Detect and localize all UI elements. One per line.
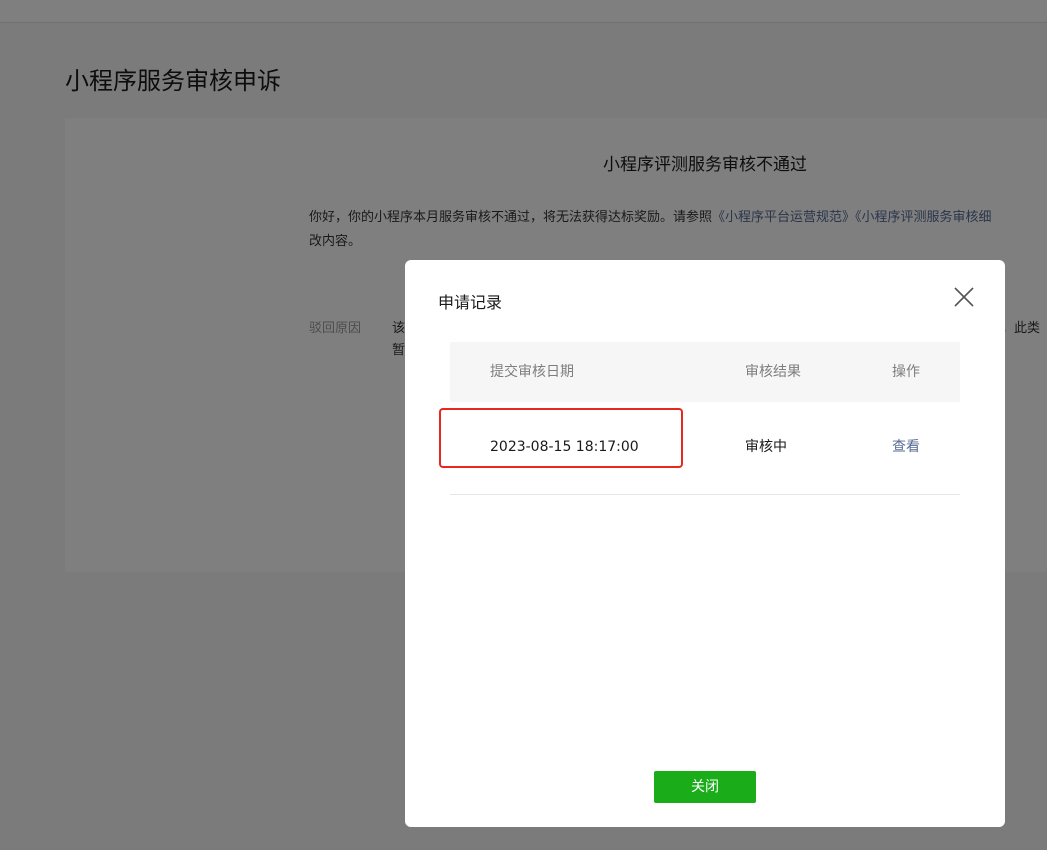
close-button[interactable]: 关闭 [654,771,756,803]
table-row: 2023-08-15 18:17:00 审核中 查看 [450,402,960,495]
dialog-title: 申请记录 [438,293,503,312]
record-table: 提交审核日期 审核结果 操作 2023-08-15 18:17:00 审核中 查… [450,342,960,495]
review-result-cell: 审核中 [745,439,787,455]
application-record-dialog: 申请记录 提交审核日期 审核结果 操作 2023-08-15 18:17:00 … [405,260,1005,827]
close-x-glyph [954,287,974,307]
column-header-action: 操作 [892,364,920,380]
close-x-icon[interactable] [951,284,977,310]
column-header-date: 提交审核日期 [490,364,574,380]
column-header-result: 审核结果 [745,364,801,380]
view-link[interactable]: 查看 [892,437,920,457]
submit-date-cell: 2023-08-15 18:17:00 [490,439,639,455]
table-header: 提交审核日期 审核结果 操作 [450,342,960,402]
